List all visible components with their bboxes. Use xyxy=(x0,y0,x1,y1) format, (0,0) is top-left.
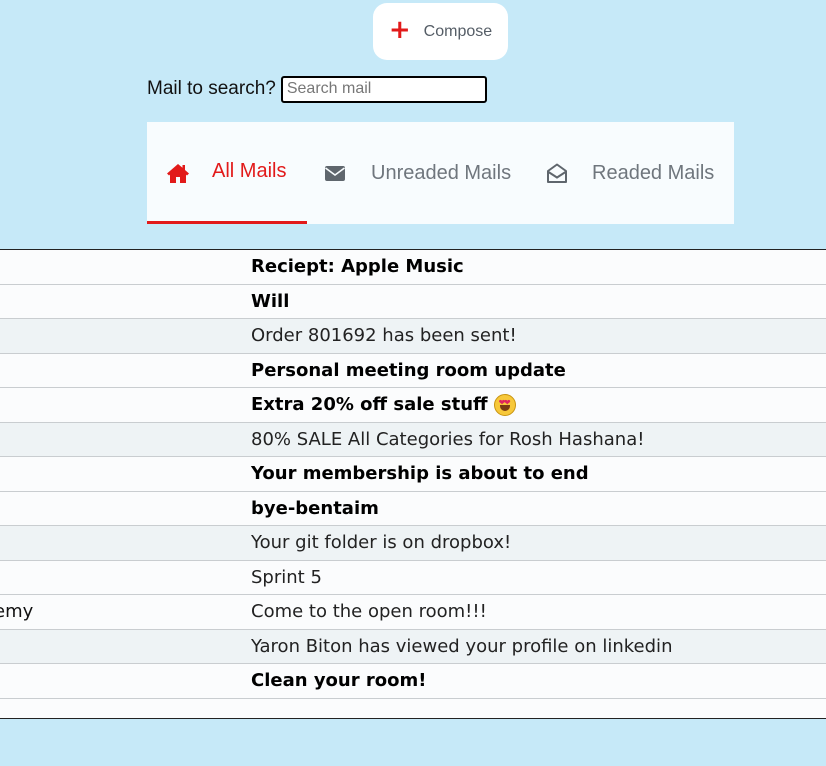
tab-all-mails[interactable]: All Mails xyxy=(147,122,307,224)
mail-subject-text: Your membership is about to end xyxy=(251,463,589,485)
mail-subject-text: Will xyxy=(251,290,290,312)
mail-row[interactable]: bye-bentaim xyxy=(0,491,826,526)
mail-list: Reciept: Apple Music Will Order 801692 has… xyxy=(0,249,826,719)
tab-all-mails-label: All Mails xyxy=(212,159,287,182)
mail-subject: Reciept: Apple Music xyxy=(251,250,464,284)
compose-label: Compose xyxy=(423,22,493,40)
tab-readed-mails-label: Readed Mails xyxy=(592,161,715,184)
mail-row[interactable]: Sprint 5 xyxy=(0,560,826,595)
mail-sender: emy xyxy=(0,595,39,629)
mail-row[interactable]: Yaron Biton has viewed your profile on l… xyxy=(0,629,826,664)
mail-filter-tabs: All Mails Unreaded Mails Readed Mails xyxy=(147,122,734,224)
mail-sender-text: emy xyxy=(0,601,34,623)
mail-row[interactable]: Extra 20% off sale stuff xyxy=(0,388,826,423)
mail-subject: bye-bentaim xyxy=(251,492,379,526)
envelope-closed-icon xyxy=(324,164,346,182)
tab-unreaded-mails-label: Unreaded Mails xyxy=(371,161,512,184)
mail-subject: Extra 20% off sale stuff xyxy=(251,388,516,422)
mail-subject-text: Order 801692 has been sent! xyxy=(251,325,517,347)
mail-row[interactable]: Will xyxy=(0,284,826,319)
mail-row[interactable]: Reciept: Apple Music xyxy=(0,250,826,285)
search-label: Mail to search? xyxy=(147,78,276,99)
mail-subject-text: Clean your room! xyxy=(251,670,427,692)
mail-subject-text: Yaron Biton has viewed your profile on l… xyxy=(251,635,673,657)
mail-subject: Clean your room! xyxy=(251,664,426,698)
mail-subject: Your membership is about to end xyxy=(251,457,589,491)
mail-subject: Your git folder is on dropbox! xyxy=(251,526,511,560)
mail-subject-text: Your git folder is on dropbox! xyxy=(251,532,512,554)
mail-subject-text: Extra 20% off sale stuff xyxy=(251,394,488,416)
mail-row[interactable]: Personal meeting room update xyxy=(0,353,826,388)
mail-subject-text: bye-bentaim xyxy=(251,497,379,519)
envelope-open-icon xyxy=(546,162,568,184)
mail-subject: Come to the open room!!! xyxy=(251,595,487,629)
mail-row[interactable]: emy Come to the open room!!! xyxy=(0,595,826,630)
mail-row[interactable]: Clean your room! xyxy=(0,664,826,699)
mail-subject-text: 80% SALE All Categories for Rosh Hashana… xyxy=(251,428,645,450)
mail-subject-text: Sprint 5 xyxy=(251,566,322,588)
mail-row[interactable]: Your membership is about to end xyxy=(0,457,826,492)
mail-subject-text: Come to the open room!!! xyxy=(251,601,487,623)
mail-row[interactable]: Your git folder is on dropbox! xyxy=(0,526,826,561)
mail-row[interactable]: Order 801692 has been sent! xyxy=(0,319,826,354)
mail-subject-text: Personal meeting room update xyxy=(251,359,566,381)
star-struck-emoji-icon xyxy=(493,393,516,416)
compose-button[interactable]: + Compose xyxy=(373,3,508,60)
plus-icon: + xyxy=(388,15,411,45)
search-input[interactable] xyxy=(280,75,487,103)
mail-row[interactable]: 80% SALE All Categories for Rosh Hashana… xyxy=(0,422,826,457)
mail-subject: Will xyxy=(251,285,289,319)
search-bar: Mail to search? xyxy=(147,75,487,103)
mail-subject: Personal meeting room update xyxy=(251,354,566,388)
tab-unreaded-mails[interactable]: Unreaded Mails xyxy=(324,122,511,224)
mail-subject: Sprint 5 xyxy=(251,561,322,595)
mail-list-spacer xyxy=(0,698,826,718)
tab-readed-mails[interactable]: Readed Mails xyxy=(546,122,714,224)
mail-subject: Order 801692 has been sent! xyxy=(251,319,517,353)
mail-subject: 80% SALE All Categories for Rosh Hashana… xyxy=(251,423,644,457)
home-icon xyxy=(166,162,190,184)
mail-subject: Yaron Biton has viewed your profile on l… xyxy=(251,630,672,664)
mail-subject-text: Reciept: Apple Music xyxy=(251,256,464,278)
